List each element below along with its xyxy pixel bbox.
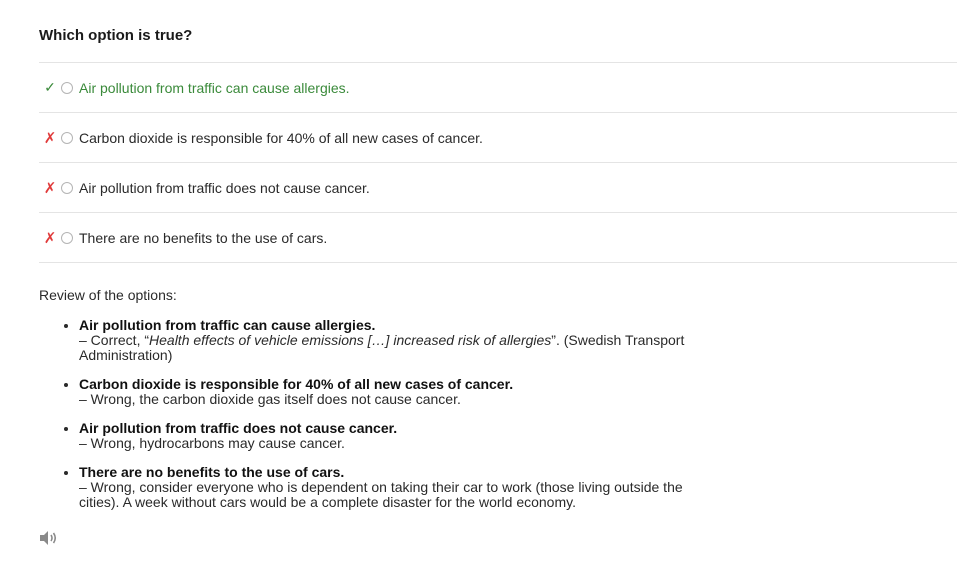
review-item-heading: Air pollution from traffic can cause all…: [79, 317, 376, 333]
review-title: Review of the options:: [39, 287, 177, 303]
review-item-heading: Carbon dioxide is responsible for 40% of…: [79, 376, 514, 392]
option-label: There are no benefits to the use of cars…: [79, 229, 328, 246]
review-item: There are no benefits to the use of cars…: [79, 465, 699, 510]
option-label: Air pollution from traffic does not caus…: [79, 179, 370, 196]
option-row[interactable]: ✓ Air pollution from traffic can cause a…: [39, 62, 957, 112]
option-radio[interactable]: [61, 231, 73, 244]
option-radio[interactable]: [61, 181, 73, 194]
option-row[interactable]: ✗ There are no benefits to the use of ca…: [39, 212, 957, 263]
review-item-quote: Health effects of vehicle emissions […] …: [149, 332, 552, 348]
review-item: Air pollution from traffic does not caus…: [79, 421, 699, 451]
review-item: Carbon dioxide is responsible for 40% of…: [79, 377, 699, 407]
option-row[interactable]: ✗ Carbon dioxide is responsible for 40% …: [39, 112, 957, 162]
review-item-text: – Wrong, hydrocarbons may cause cancer.: [79, 435, 345, 451]
option-label: Carbon dioxide is responsible for 40% of…: [79, 129, 483, 146]
review-item: Air pollution from traffic can cause all…: [79, 318, 699, 363]
check-icon: ✓: [44, 79, 56, 95]
cross-icon: ✗: [43, 229, 57, 247]
review-list: Air pollution from traffic can cause all…: [60, 318, 699, 524]
option-label: Air pollution from traffic can cause all…: [79, 79, 350, 96]
cross-icon: ✗: [43, 129, 57, 147]
option-row[interactable]: ✗ Air pollution from traffic does not ca…: [39, 162, 957, 212]
review-item-text: – Wrong, the carbon dioxide gas itself d…: [79, 391, 461, 407]
cross-icon: ✗: [43, 179, 57, 197]
review-item-heading: Air pollution from traffic does not caus…: [79, 420, 398, 436]
review-item-text: – Correct, “: [79, 332, 150, 348]
review-item-heading: There are no benefits to the use of cars…: [79, 464, 345, 480]
speaker-icon[interactable]: [38, 529, 58, 547]
answer-options: ✓ Air pollution from traffic can cause a…: [39, 62, 957, 263]
question-title: Which option is true?: [39, 27, 193, 44]
option-radio[interactable]: [61, 81, 73, 94]
option-radio[interactable]: [61, 131, 73, 144]
review-item-text: – Wrong, consider everyone who is depend…: [79, 479, 683, 510]
